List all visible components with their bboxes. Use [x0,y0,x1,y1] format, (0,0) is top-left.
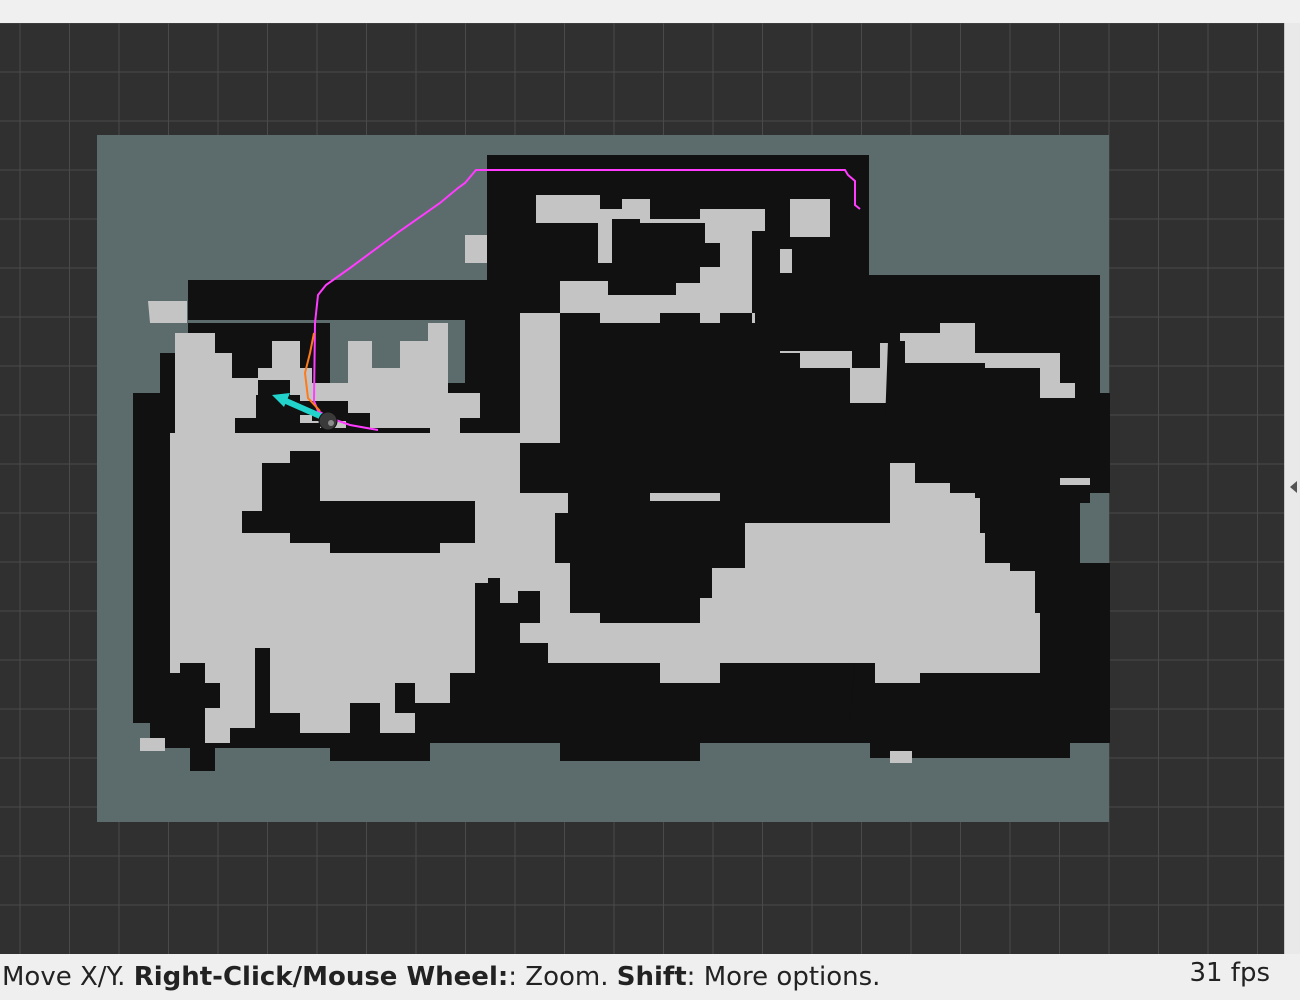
status-shift-key: Shift [616,962,687,992]
status-shift-hint: : More options. [686,962,881,992]
map-canvas[interactable] [0,23,1284,954]
robot-base-icon[interactable] [318,411,338,431]
triangle-left-icon[interactable] [1290,481,1297,493]
status-zoom-key: Right-Click/Mouse Wheel: [133,962,509,992]
top-toolbar-strip [0,0,1300,24]
fps-counter: 31 fps [1189,958,1270,988]
side-panel-handle[interactable] [1284,23,1300,954]
status-move-hint: Move X/Y. [2,962,126,992]
status-hint: Move X/Y. Right-Click/Mouse Wheel:: Zoom… [2,962,880,992]
render-viewport[interactable] [0,23,1284,954]
status-zoom-hint: : Zoom. [508,962,609,992]
status-bar: Move X/Y. Right-Click/Mouse Wheel:: Zoom… [0,954,1300,1000]
